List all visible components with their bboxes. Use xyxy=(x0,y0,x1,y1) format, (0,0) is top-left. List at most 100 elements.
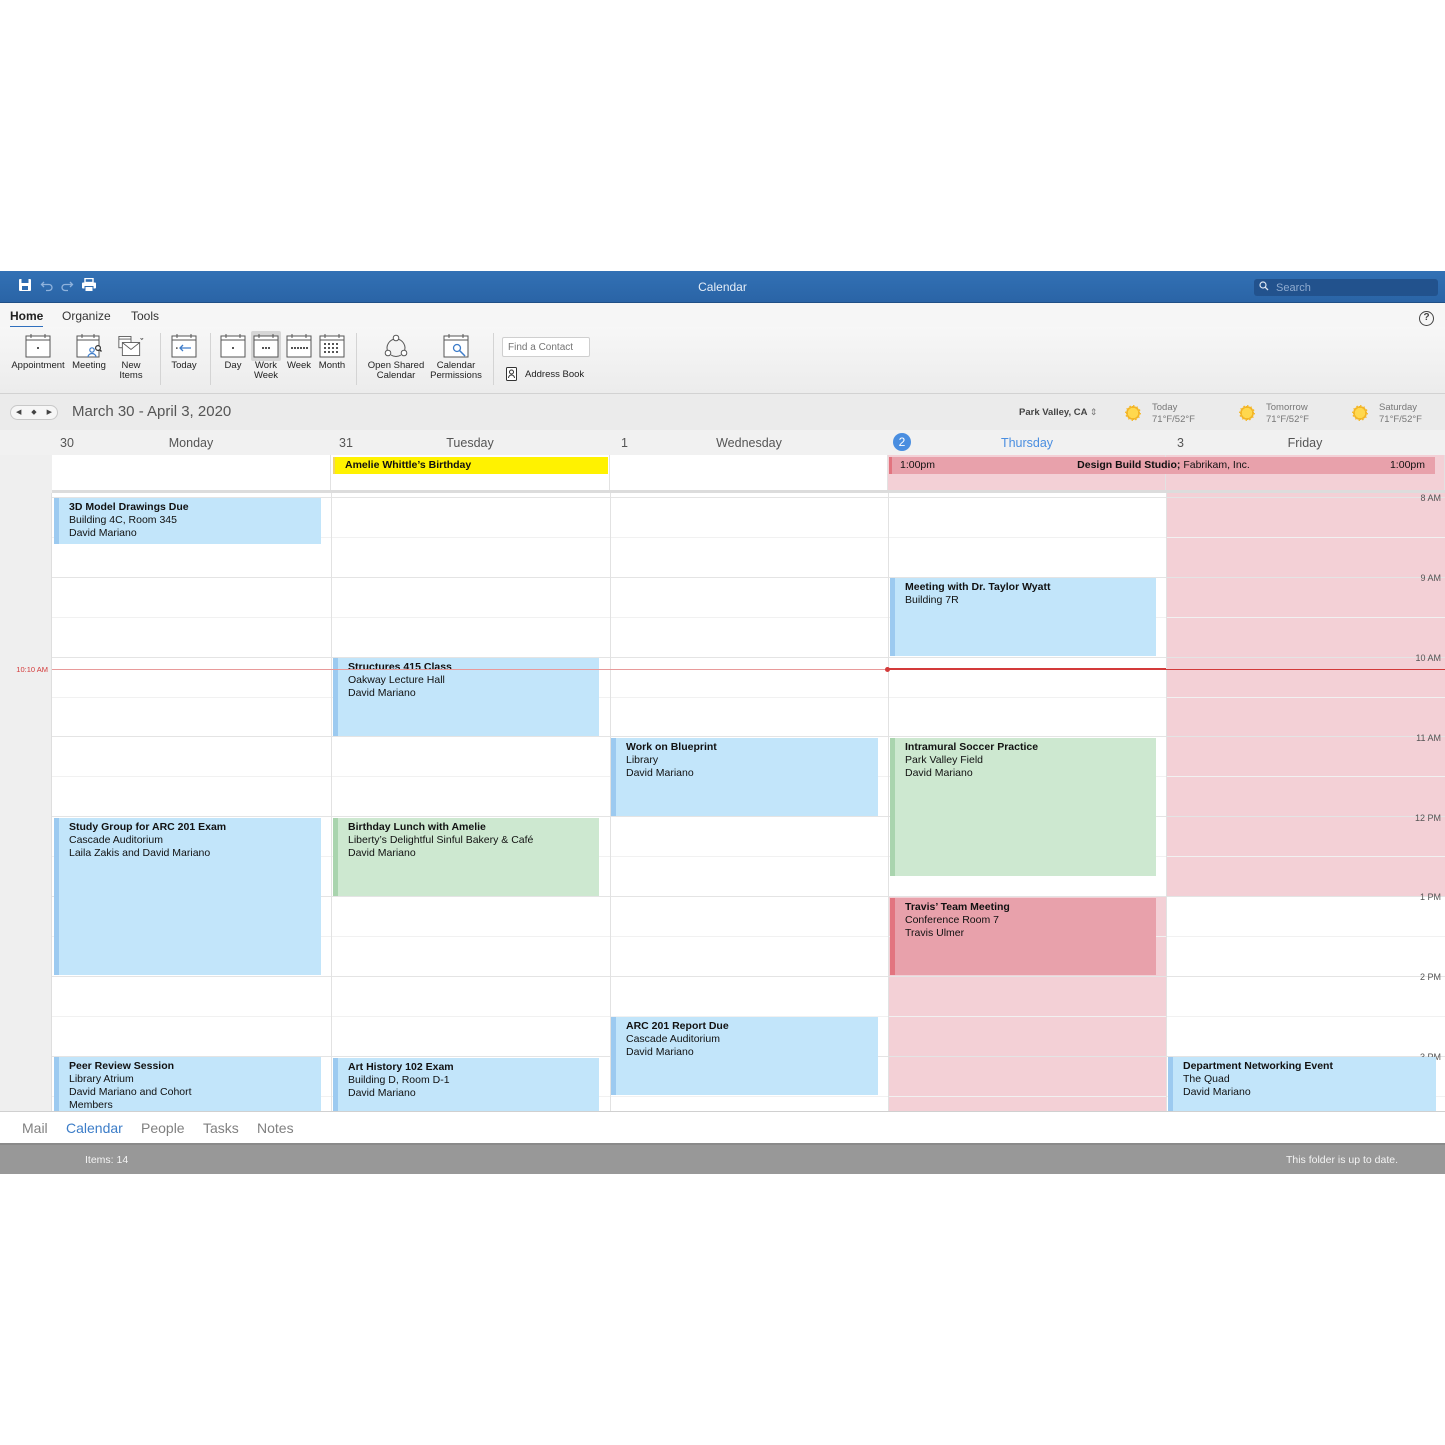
day-name[interactable]: Friday xyxy=(1235,436,1375,450)
ribbon-tabs: Home Organize Tools ? xyxy=(0,303,1445,328)
day-name[interactable]: Monday xyxy=(121,436,261,450)
day-name[interactable]: Tuesday xyxy=(400,436,540,450)
current-time-dot xyxy=(885,667,890,672)
weather-today: Today 71°F/52°F xyxy=(1125,402,1195,426)
new-appointment-button[interactable]: Appointment xyxy=(8,331,68,371)
outlook-calendar-window: Calendar Home Organize Tools ? Appointme… xyxy=(0,271,1445,1174)
calendar-permissions-button[interactable]: Calendar Permissions xyxy=(428,331,484,381)
half-hour-gridline xyxy=(52,617,1445,618)
status-bar: Items: 14 This folder is up to date. xyxy=(0,1143,1445,1174)
tab-home[interactable]: Home xyxy=(10,309,44,328)
time-gutter xyxy=(0,493,52,1111)
tab-organize[interactable]: Organize xyxy=(62,309,111,323)
new-items-button[interactable]: New Items xyxy=(111,331,151,381)
help-icon[interactable]: ? xyxy=(1419,311,1434,326)
hour-label: 12 PM xyxy=(1414,813,1441,823)
week-view-icon xyxy=(286,334,312,358)
ribbon-separator xyxy=(210,333,211,385)
ribbon-separator xyxy=(160,333,161,385)
sun-icon xyxy=(1125,405,1141,421)
hour-label: 1 PM xyxy=(1419,892,1441,902)
event-study-group-arc-201[interactable]: Study Group for ARC 201 Exam Cascade Aud… xyxy=(54,818,321,975)
item-count: Items: 14 xyxy=(85,1154,129,1166)
all-day-cell[interactable] xyxy=(52,455,331,490)
nav-notes[interactable]: Notes xyxy=(257,1120,294,1136)
current-time-line xyxy=(1166,669,1445,670)
event-department-networking[interactable]: Department Networking Event The Quad Dav… xyxy=(1168,1057,1436,1111)
new-items-icon xyxy=(118,336,144,356)
hour-gridline xyxy=(52,976,1445,977)
day-number[interactable]: 1 xyxy=(621,436,628,450)
view-week-button[interactable]: Week xyxy=(284,331,314,371)
find-contact-input[interactable] xyxy=(502,337,590,357)
day-name-today[interactable]: Thursday xyxy=(957,436,1097,450)
time-grid[interactable]: 8 AM 9 AM 10 AM 11 AM 12 PM 1 PM 2 PM 3 … xyxy=(0,493,1445,1111)
view-day-button[interactable]: Day xyxy=(218,331,248,371)
all-day-event-birthday[interactable]: Amelie Whittle’s Birthday xyxy=(333,457,608,474)
month-view-icon xyxy=(319,334,345,358)
hour-gridline xyxy=(52,736,1445,737)
search-input[interactable] xyxy=(1276,280,1426,295)
sun-icon xyxy=(1239,405,1255,421)
module-switcher: Mail Calendar People Tasks Notes xyxy=(0,1111,1445,1143)
weather-location-selector[interactable]: Park Valley, CA ⇕ xyxy=(1019,407,1097,418)
current-time-line-today xyxy=(888,668,1166,670)
event-art-history-102-exam[interactable]: Art History 102 Exam Building D, Room D-… xyxy=(333,1058,599,1111)
sync-status: This folder is up to date. xyxy=(1285,1154,1398,1166)
day-number[interactable]: 31 xyxy=(339,436,353,450)
weather-saturday: Saturday 71°F/52°F xyxy=(1352,402,1422,426)
search-box[interactable] xyxy=(1254,279,1438,296)
hour-gridline xyxy=(52,657,1445,658)
ribbon-home: Appointment Meeting New Items Today Day … xyxy=(0,327,1445,394)
hour-label: 2 PM xyxy=(1419,972,1441,982)
event-work-on-blueprint[interactable]: Work on Blueprint Library David Mariano xyxy=(611,738,878,816)
meeting-icon xyxy=(76,334,102,358)
view-work-week-button[interactable]: Work Week xyxy=(250,331,282,381)
multi-day-event-design-build-studio[interactable]: 1:00pm Design Build Studio; Fabrikam, In… xyxy=(889,457,1435,474)
all-day-row: Amelie Whittle’s Birthday 1:00pm Design … xyxy=(0,455,1445,494)
busy-block-friday xyxy=(1166,493,1445,896)
new-meeting-button[interactable]: Meeting xyxy=(70,331,108,371)
ribbon-separator xyxy=(356,333,357,385)
hour-label: 11 AM xyxy=(1416,733,1441,743)
today-date-badge[interactable]: 2 xyxy=(893,433,911,451)
open-shared-calendar-button[interactable]: Open Shared Calendar xyxy=(364,331,428,381)
hour-gridline xyxy=(52,816,1445,817)
nav-mail[interactable]: Mail xyxy=(22,1120,48,1136)
date-navigation-bar: ◀ ◆ ▶ March 30 - April 3, 2020 Park Vall… xyxy=(0,394,1445,430)
shared-calendar-icon xyxy=(384,334,408,357)
hour-gridline xyxy=(52,577,1445,578)
day-name[interactable]: Wednesday xyxy=(679,436,819,450)
chevron-updown-icon: ⇕ xyxy=(1089,407,1098,417)
event-arc-201-report-due[interactable]: ARC 201 Report Due Cascade Auditorium Da… xyxy=(611,1017,878,1095)
view-month-button[interactable]: Month xyxy=(316,331,348,371)
tab-tools[interactable]: Tools xyxy=(131,309,159,323)
title-bar: Calendar xyxy=(0,271,1445,303)
address-book-button[interactable]: Address Book xyxy=(506,367,584,384)
event-travis-team-meeting[interactable]: Travis’ Team Meeting Conference Room 7 T… xyxy=(890,898,1156,975)
event-intramural-soccer-practice[interactable]: Intramural Soccer Practice Park Valley F… xyxy=(890,738,1156,876)
day-number[interactable]: 3 xyxy=(1177,436,1184,450)
half-hour-gridline xyxy=(52,697,1445,698)
nav-tasks[interactable]: Tasks xyxy=(203,1120,239,1136)
previous-week-button[interactable]: ◀ xyxy=(11,406,26,419)
go-to-today-button[interactable]: ◆ xyxy=(26,406,41,419)
current-time-label: 10:10 AM xyxy=(16,665,48,674)
nav-people[interactable]: People xyxy=(141,1120,185,1136)
all-day-cell[interactable] xyxy=(610,455,888,490)
event-3d-model-drawings-due[interactable]: 3D Model Drawings Due Building 4C, Room … xyxy=(54,498,321,544)
weather-tomorrow: Tomorrow 71°F/52°F xyxy=(1239,402,1309,426)
hour-label: 8 AM xyxy=(1420,493,1441,503)
today-button[interactable]: Today xyxy=(166,331,202,371)
date-range-title: March 30 - April 3, 2020 xyxy=(72,403,232,420)
calendar-permissions-icon xyxy=(443,334,469,358)
day-number[interactable]: 30 xyxy=(60,436,74,450)
date-nav-controls: ◀ ◆ ▶ xyxy=(10,405,58,420)
event-meeting-dr-taylor-wyatt[interactable]: Meeting with Dr. Taylor Wyatt Building 7… xyxy=(890,578,1156,656)
hour-label: 9 AM xyxy=(1420,573,1441,583)
next-week-button[interactable]: ▶ xyxy=(42,406,57,419)
day-header-row: 30 Monday 31 Tuesday 1 Wednesday 2 Thurs… xyxy=(0,430,1445,455)
event-birthday-lunch-amelie[interactable]: Birthday Lunch with Amelie Liberty’s Del… xyxy=(333,818,599,896)
nav-calendar[interactable]: Calendar xyxy=(66,1120,123,1136)
event-peer-review-session[interactable]: Peer Review Session Library Atrium David… xyxy=(54,1057,321,1111)
